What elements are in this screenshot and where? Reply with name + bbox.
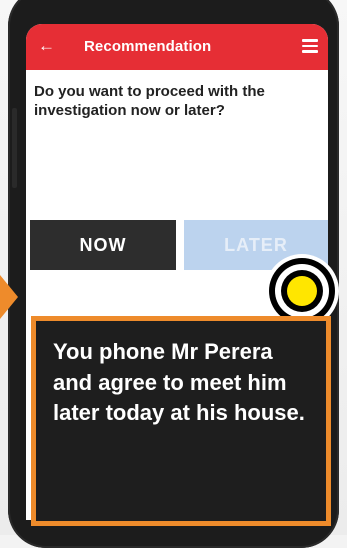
now-button[interactable]: NOW xyxy=(30,220,176,270)
phone-side-button xyxy=(12,108,17,188)
app-bar: ← Recommendation xyxy=(26,24,328,70)
app-bar-title: Recommendation xyxy=(84,38,212,55)
arrow-left-icon[interactable]: ← xyxy=(38,36,55,56)
callout-box: You phone Mr Perera and agree to meet hi… xyxy=(31,316,331,526)
pointer-arrow xyxy=(0,275,18,319)
question-text: Do you want to proceed with the investig… xyxy=(34,83,265,119)
hamburger-menu-icon[interactable] xyxy=(302,39,318,53)
callout-text: You phone Mr Perera and agree to meet hi… xyxy=(53,339,305,425)
